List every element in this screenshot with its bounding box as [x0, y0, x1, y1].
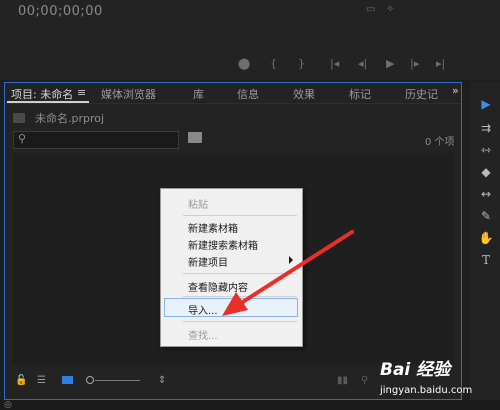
watermark-url: jingyan.baidu.com — [380, 385, 473, 396]
baidu-watermark: Bai 经验 jingyan.baidu.com — [380, 355, 498, 407]
annotation-arrow — [222, 230, 354, 316]
watermark-logo: Bai 经验 — [380, 360, 451, 380]
status-icon: ◎ — [4, 400, 12, 410]
